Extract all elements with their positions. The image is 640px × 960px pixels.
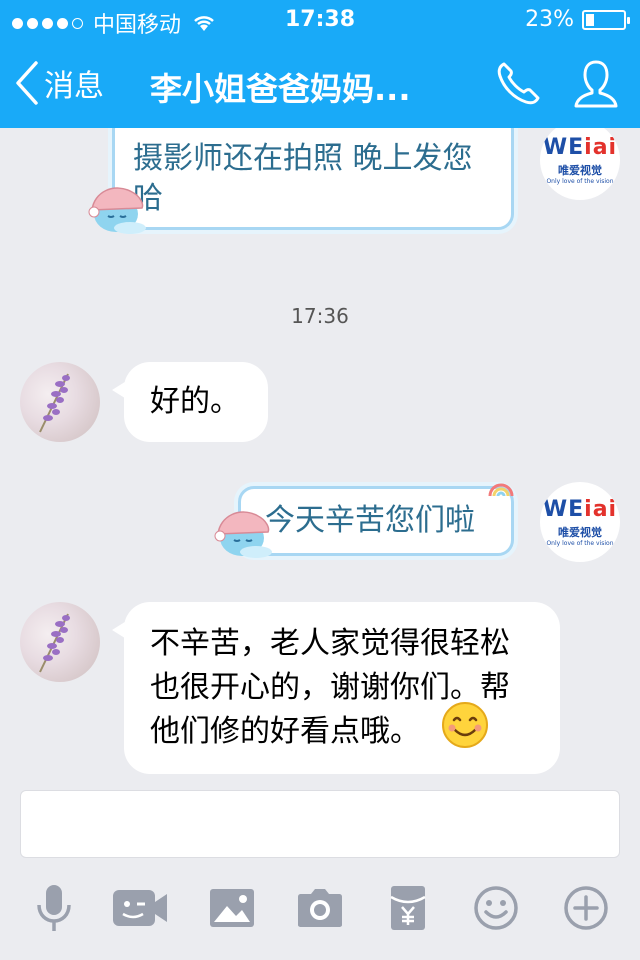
message-input[interactable] bbox=[20, 790, 620, 858]
brand-avatar[interactable]: WEiai 唯爱视觉 Only love of the vision bbox=[540, 482, 620, 562]
message-text: 今天辛苦您们啦 bbox=[265, 503, 475, 538]
brand-logo: WEiai bbox=[542, 497, 618, 522]
message-bubble-sent[interactable]: 摄影师还在拍照 晚上发您哈 bbox=[112, 128, 514, 230]
message-bubble-sent[interactable]: 今天辛苦您们啦 bbox=[238, 486, 514, 556]
microphone-icon bbox=[37, 885, 71, 931]
message-text: 摄影师还在拍照 晚上发您哈 bbox=[133, 141, 473, 216]
user-icon bbox=[574, 60, 618, 108]
battery: 23% bbox=[525, 7, 630, 32]
contact-avatar[interactable] bbox=[20, 602, 100, 682]
call-button[interactable] bbox=[494, 58, 542, 112]
battery-percent: 23% bbox=[525, 7, 574, 32]
brand-tagline: Only love of the vision bbox=[546, 540, 614, 547]
contact-avatar[interactable] bbox=[20, 362, 100, 442]
profile-button[interactable] bbox=[572, 58, 620, 114]
sleepy-cloud-sticker-icon bbox=[88, 187, 146, 234]
video-call-icon bbox=[113, 890, 167, 926]
emoji-icon bbox=[474, 886, 518, 930]
image-icon bbox=[210, 889, 254, 927]
image-button[interactable] bbox=[202, 878, 262, 938]
video-call-button[interactable] bbox=[110, 878, 170, 938]
brand-tagline: Only love of the vision bbox=[546, 178, 614, 185]
red-packet-icon bbox=[390, 886, 426, 930]
message-bubble-received[interactable]: 好的。 bbox=[112, 362, 268, 442]
voice-button[interactable] bbox=[24, 878, 84, 938]
chevron-left-icon bbox=[16, 61, 38, 105]
smile-emoji-icon bbox=[442, 702, 488, 748]
message-bubble-received[interactable]: 不辛苦，老人家觉得很轻松也很开心的，谢谢你们。帮他们修的好看点哦。 bbox=[112, 602, 560, 774]
message-timestamp: 17:36 bbox=[291, 304, 349, 328]
nav-bar: 消息 李小姐爸爸妈妈... bbox=[0, 40, 640, 128]
red-packet-button[interactable] bbox=[378, 878, 438, 938]
input-toolbar bbox=[0, 878, 640, 948]
brand-avatar[interactable]: WEiai 唯爱视觉 Only love of the vision bbox=[540, 128, 620, 200]
sleepy-cloud-sticker-icon bbox=[214, 511, 272, 558]
back-label: 消息 bbox=[44, 69, 104, 104]
lavender-photo-icon bbox=[39, 613, 70, 673]
back-button[interactable]: 消息 bbox=[14, 60, 104, 106]
more-button[interactable] bbox=[556, 878, 616, 938]
status-bar: 中国移动 17:38 23% bbox=[0, 0, 640, 40]
chat-area[interactable]: 摄影师还在拍照 晚上发您哈 WEiai 唯爱视觉 Only love of th… bbox=[0, 128, 640, 778]
battery-icon bbox=[582, 9, 630, 30]
composer bbox=[0, 778, 640, 960]
camera-button[interactable] bbox=[290, 878, 350, 938]
camera-icon bbox=[298, 889, 342, 927]
lavender-photo-icon bbox=[39, 373, 70, 433]
brand-logo: WEiai bbox=[542, 135, 618, 160]
plus-icon bbox=[564, 886, 608, 930]
message-text: 好的。 bbox=[150, 384, 240, 419]
rainbow-icon bbox=[488, 483, 514, 497]
emoji-button[interactable] bbox=[466, 878, 526, 938]
phone-icon bbox=[497, 62, 540, 105]
chat-title: 李小姐爸爸妈妈... bbox=[150, 70, 411, 108]
brand-name: 唯爱视觉 bbox=[558, 164, 602, 177]
brand-name: 唯爱视觉 bbox=[558, 526, 602, 539]
